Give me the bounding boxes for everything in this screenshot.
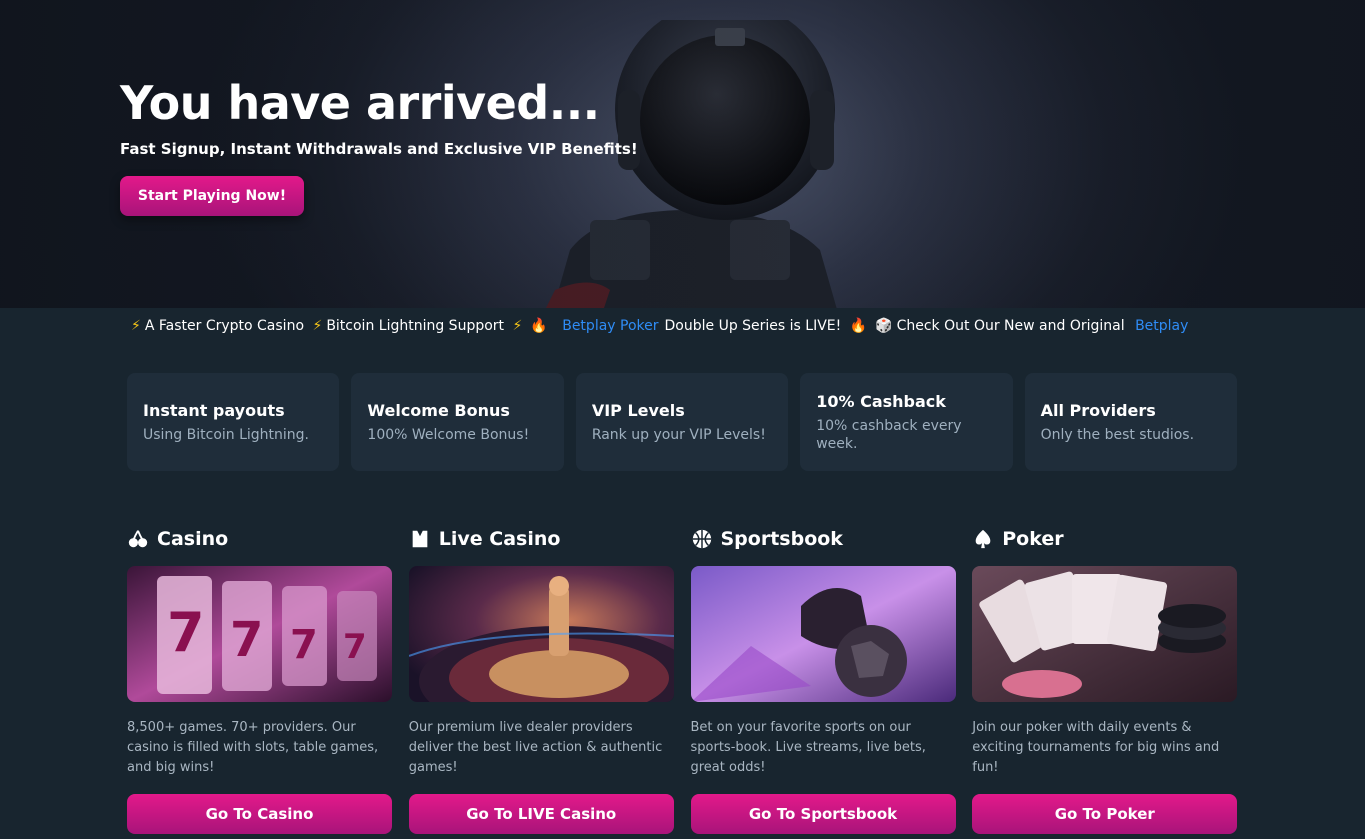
- feature-card-instant-payouts: Instant payouts Using Bitcoin Lightning.: [127, 373, 340, 471]
- go-to-casino-button[interactable]: Go To Casino: [127, 794, 392, 834]
- live-casino-roulette-image[interactable]: [408, 566, 674, 702]
- category-desc: Bet on your favorite sports on our sport…: [690, 720, 926, 775]
- svg-text:7: 7: [230, 612, 263, 668]
- category-desc: 8,500+ games. 70+ providers. Our casino …: [127, 720, 379, 775]
- ticker-text: Check Out Our New and Original: [896, 318, 1125, 334]
- svg-text:7: 7: [167, 601, 205, 664]
- category-poker: Poker Join our poker with daily events &…: [972, 526, 1238, 839]
- ticker-link-betplay[interactable]: Betplay: [1135, 318, 1188, 334]
- feature-title: Instant payouts: [143, 400, 285, 420]
- hero-banner: You have arrived... Fast Signup, Instant…: [0, 0, 1365, 308]
- dealer-vest-icon: [412, 530, 428, 548]
- category-header: Casino: [127, 526, 392, 552]
- lightning-icon: ⚡: [512, 318, 523, 334]
- feature-title: 10% Cashback: [816, 391, 946, 411]
- feature-cards: Instant payouts Using Bitcoin Lightning.…: [127, 373, 1238, 471]
- feature-desc: Only the best studios.: [1040, 426, 1195, 443]
- go-to-sportsbook-button[interactable]: Go To Sportsbook: [690, 794, 956, 834]
- poker-cards-image[interactable]: [972, 566, 1238, 702]
- category-live-casino: Live Casino Our premium live dealer prov…: [408, 526, 674, 839]
- category-title: Sportsbook: [720, 528, 843, 550]
- feature-title: Welcome Bonus: [367, 400, 510, 420]
- category-title: Poker: [1002, 528, 1064, 550]
- ticker-text: Bitcoin Lightning Support: [326, 318, 505, 334]
- category-header: Sportsbook: [691, 526, 956, 552]
- feature-title: VIP Levels: [591, 400, 685, 420]
- category-casino: Casino 7 7 7 7 8,500+ games. 70+ provide…: [127, 526, 392, 839]
- go-to-poker-button[interactable]: Go To Poker: [972, 794, 1238, 834]
- category-cards: Casino 7 7 7 7 8,500+ games. 70+ provide…: [127, 526, 1238, 839]
- basketball-icon: [692, 529, 711, 549]
- svg-text:7: 7: [343, 627, 367, 667]
- fire-icon: 🔥: [849, 318, 868, 334]
- category-header: Poker: [972, 526, 1237, 552]
- feature-card-welcome-bonus: Welcome Bonus 100% Welcome Bonus!: [351, 373, 564, 471]
- category-title: Live Casino: [438, 528, 561, 550]
- category-sportsbook: Sportsbook Bet on your favorite sports o…: [690, 526, 956, 839]
- feature-card-all-providers: All Providers Only the best studios.: [1024, 373, 1238, 471]
- lightning-icon: ⚡: [131, 318, 141, 334]
- category-title: Casino: [157, 528, 229, 550]
- feature-desc: Rank up your VIP Levels!: [591, 426, 766, 443]
- feature-desc: 100% Welcome Bonus!: [367, 426, 530, 443]
- hero-title: You have arrived...: [120, 76, 600, 130]
- category-desc: Join our poker with daily events & excit…: [972, 720, 1220, 775]
- news-ticker: ⚡ A Faster Crypto Casino ⚡ Bitcoin Lightni…: [127, 314, 1237, 338]
- sportsbook-football-image[interactable]: [690, 566, 956, 702]
- go-to-live-casino-button[interactable]: Go To LIVE Casino: [408, 794, 674, 834]
- spade-icon: [975, 529, 991, 549]
- lightning-icon: ⚡: [312, 318, 323, 334]
- cherries-icon: [128, 530, 148, 548]
- feature-desc: Using Bitcoin Lightning.: [143, 426, 310, 443]
- start-playing-button[interactable]: Start Playing Now!: [120, 176, 304, 216]
- ticker-link-poker[interactable]: Betplay Poker: [562, 318, 658, 334]
- fire-icon: 🔥: [530, 318, 548, 334]
- ticker-text: Double Up Series is LIVE!: [664, 318, 842, 334]
- casino-slots-image[interactable]: 7 7 7 7: [127, 566, 392, 702]
- ticker-text: A Faster Crypto Casino: [144, 318, 305, 334]
- feature-desc: 10% cashback every week.: [816, 417, 962, 452]
- dice-icon: 🎲: [875, 318, 893, 334]
- feature-card-vip-levels: VIP Levels Rank up your VIP Levels!: [575, 373, 789, 471]
- hero-subtitle: Fast Signup, Instant Withdrawals and Exc…: [120, 140, 638, 158]
- category-desc: Our premium live dealer providers delive…: [408, 720, 663, 775]
- category-header: Live Casino: [409, 526, 674, 552]
- svg-text:7: 7: [290, 622, 318, 668]
- feature-title: All Providers: [1040, 400, 1156, 420]
- feature-card-cashback: 10% Cashback 10% cashback every week.: [800, 373, 1013, 471]
